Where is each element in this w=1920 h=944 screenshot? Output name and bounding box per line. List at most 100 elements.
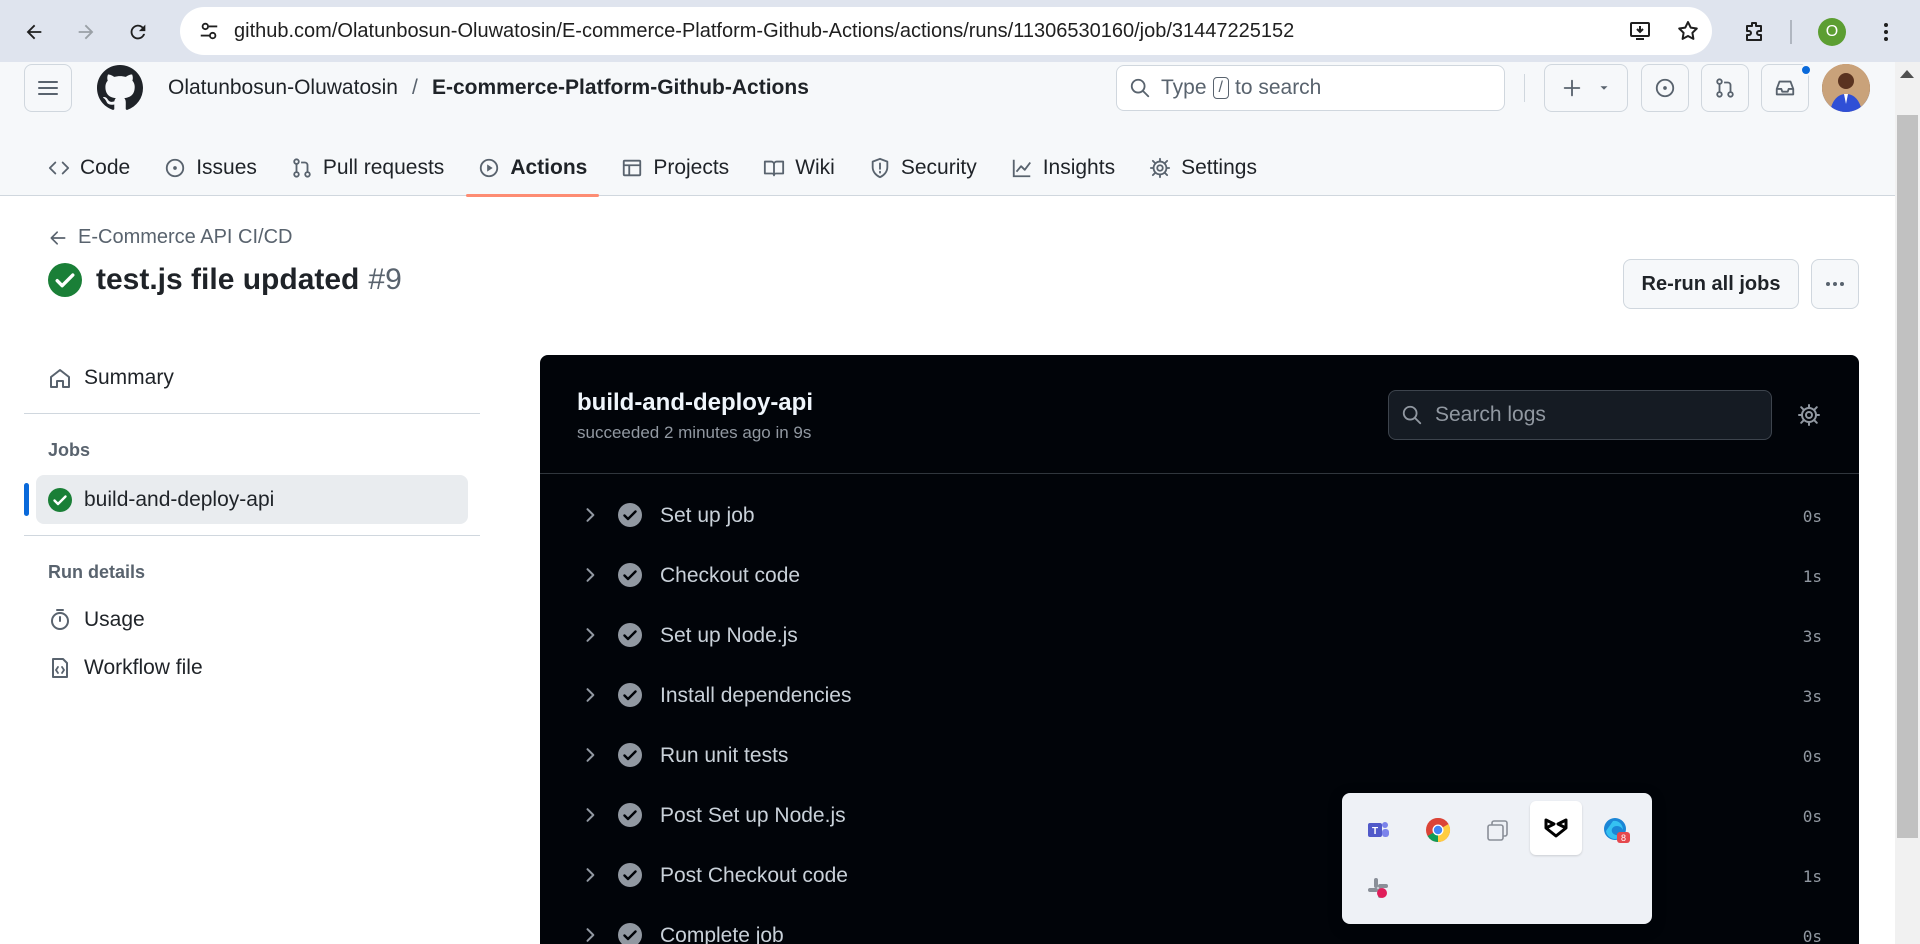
github-logo[interactable]: [96, 62, 144, 114]
chevron-right-icon: [586, 868, 595, 882]
reload-button[interactable]: [118, 12, 158, 52]
breadcrumb-owner[interactable]: Olatunbosun-Oluwatosin: [168, 76, 398, 100]
menu-button[interactable]: [24, 64, 72, 112]
repo-tabs: Code Issues Pull requests Actions Projec…: [36, 140, 1279, 197]
sidebar-divider: [24, 535, 480, 536]
install-app-icon[interactable]: [1616, 7, 1664, 55]
job-log-panel: build-and-deploy-api succeeded 2 minutes…: [540, 355, 1859, 944]
log-settings-button[interactable]: [1795, 401, 1823, 429]
sidebar-item-summary[interactable]: Summary: [48, 366, 174, 390]
step-duration: 1s: [1802, 567, 1822, 586]
check-circle-icon: [618, 863, 642, 887]
url-text[interactable]: github.com/Olatunbosun-Oluwatosin/E-comm…: [234, 20, 1616, 43]
step-name: Set up Node.js: [660, 624, 798, 647]
jobs-heading: Jobs: [48, 440, 91, 460]
run-more-options-button[interactable]: [1811, 259, 1859, 309]
check-circle-icon: [618, 563, 642, 587]
log-step[interactable]: Run unit tests 0s: [540, 725, 1859, 785]
search-logs-input[interactable]: Search logs: [1388, 390, 1772, 440]
chevron-right-icon: [586, 508, 595, 522]
chevron-right-icon: [586, 928, 595, 942]
rerun-all-jobs-button[interactable]: Re-run all jobs: [1623, 259, 1799, 309]
log-step[interactable]: Complete job 0s: [540, 905, 1859, 944]
sidebar-item-usage[interactable]: Usage: [48, 608, 145, 632]
tab-settings[interactable]: Settings: [1137, 140, 1269, 196]
workflow-back-link[interactable]: E-Commerce API CI/CD: [48, 226, 292, 249]
log-step[interactable]: Set up Node.js 3s: [540, 605, 1859, 665]
run-title-text: test.js file updated: [96, 263, 360, 296]
capcut-icon[interactable]: [1530, 801, 1582, 855]
kebab-horizontal-icon: [1826, 282, 1844, 286]
tab-security[interactable]: Security: [857, 140, 989, 196]
bookmark-star-icon[interactable]: [1664, 7, 1712, 55]
run-details-heading: Run details: [48, 562, 146, 582]
step-name: Run unit tests: [660, 744, 789, 767]
step-name: Post Set up Node.js: [660, 804, 846, 827]
check-circle-icon: [618, 683, 642, 707]
slack-icon[interactable]: [1352, 861, 1404, 915]
table-icon: [623, 159, 642, 177]
address-bar[interactable]: github.com/Olatunbosun-Oluwatosin/E-comm…: [180, 7, 1712, 55]
create-new-button[interactable]: [1544, 64, 1628, 112]
profile-avatar: O: [1818, 18, 1846, 46]
scroll-up-arrow-icon[interactable]: [1900, 70, 1914, 78]
workflow-name: E-Commerce API CI/CD: [78, 226, 293, 248]
tab-projects[interactable]: Projects: [609, 140, 741, 196]
code-icon: [48, 161, 70, 175]
check-circle-icon: [618, 623, 642, 647]
browser-menu-button[interactable]: [1866, 12, 1906, 52]
teams-icon[interactable]: T: [1352, 803, 1404, 857]
sidebar-job-label: build-and-deploy-api: [84, 487, 275, 511]
stopwatch-icon: [51, 609, 69, 630]
sidebar-item-workflow-file[interactable]: Workflow file: [48, 656, 203, 680]
sidebar-item-label: Workflow file: [84, 656, 203, 679]
tab-label: Actions: [510, 156, 588, 179]
step-name: Post Checkout code: [660, 864, 848, 887]
issues-button[interactable]: [1641, 64, 1689, 112]
chevron-right-icon: [586, 628, 595, 642]
pull-requests-button[interactable]: [1701, 64, 1749, 112]
active-job-indicator: [24, 483, 29, 516]
log-step[interactable]: Checkout code 1s: [540, 545, 1859, 605]
search-input[interactable]: Type / to search: [1116, 65, 1505, 111]
log-step[interactable]: Post Set up Node.js 0s: [540, 785, 1859, 845]
breadcrumb-repo[interactable]: E-commerce-Platform-Github-Actions: [432, 76, 809, 100]
issue-opened-icon: [1655, 78, 1675, 98]
extensions-button[interactable]: [1734, 12, 1774, 52]
user-avatar[interactable]: [1822, 64, 1870, 112]
plus-icon: [1563, 79, 1581, 97]
check-circle-icon: [48, 487, 72, 512]
step-name: Set up job: [660, 504, 755, 527]
step-duration: 0s: [1802, 507, 1822, 526]
chrome-icon[interactable]: [1412, 803, 1464, 857]
tab-wiki[interactable]: Wiki: [751, 140, 847, 196]
site-info-icon[interactable]: [184, 7, 234, 55]
breadcrumb-separator: /: [412, 76, 418, 99]
profile-button[interactable]: O: [1812, 12, 1852, 52]
inbox-icon: [1775, 80, 1795, 96]
tab-label: Security: [900, 156, 977, 179]
step-duration: 3s: [1802, 627, 1822, 646]
edge-icon[interactable]: 8: [1590, 803, 1642, 857]
job-title: build-and-deploy-api: [577, 389, 813, 416]
file-code-icon: [52, 658, 68, 678]
sidebar-item-job[interactable]: build-and-deploy-api: [36, 475, 468, 524]
log-step[interactable]: Install dependencies 3s: [540, 665, 1859, 725]
log-step[interactable]: Post Checkout code 1s: [540, 845, 1859, 905]
tab-insights[interactable]: Insights: [999, 140, 1127, 196]
edge-badge: 8: [1621, 833, 1626, 843]
tab-pull-requests[interactable]: Pull requests: [279, 140, 456, 196]
task-view-icon[interactable]: [1472, 803, 1524, 857]
search-suffix: to search: [1234, 76, 1322, 99]
log-step[interactable]: Set up job 0s: [540, 485, 1859, 545]
tab-actions[interactable]: Actions: [466, 140, 600, 197]
tab-label: Settings: [1181, 156, 1257, 179]
scrollbar-thumb[interactable]: [1897, 115, 1918, 838]
job-status-text: succeeded 2 minutes ago in 9s: [577, 423, 812, 442]
gear-icon: [1798, 404, 1820, 426]
chevron-right-icon: [586, 688, 595, 702]
tab-code[interactable]: Code: [36, 140, 142, 196]
tab-issues[interactable]: Issues: [152, 140, 269, 196]
back-button[interactable]: [14, 12, 54, 52]
forward-button[interactable]: [66, 12, 106, 52]
